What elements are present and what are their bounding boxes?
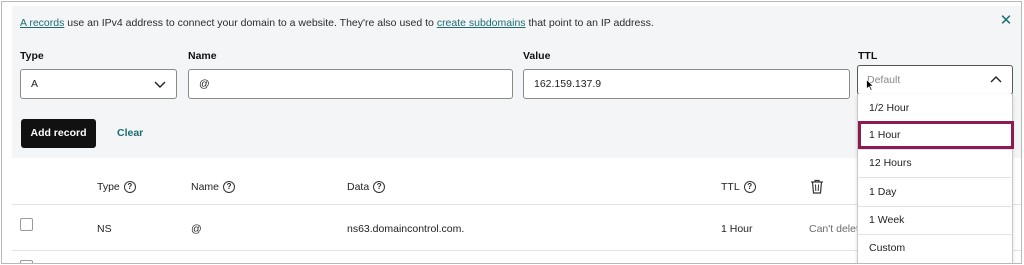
help-icon[interactable]: ?	[373, 181, 386, 193]
row-type: NS	[97, 223, 112, 235]
mouse-cursor-icon	[866, 79, 874, 91]
ttl-option-12-hours[interactable]: 12 Hours	[858, 149, 1014, 177]
row-checkbox[interactable]	[20, 218, 33, 231]
info-banner: A records use an IPv4 address to connect…	[20, 17, 654, 29]
row-ttl: 1 Hour	[721, 223, 753, 235]
ttl-label: TTL	[858, 50, 878, 62]
column-header-data: Data ?	[347, 181, 386, 193]
name-input[interactable]: @	[188, 69, 513, 99]
help-icon[interactable]: ?	[223, 181, 236, 193]
create-subdomains-link[interactable]: create subdomains	[437, 17, 526, 29]
type-select-value: A	[31, 78, 39, 90]
ttl-select[interactable]: Default	[857, 65, 1013, 95]
banner-text-1: use an IPv4 address to connect your doma…	[64, 17, 437, 29]
clear-button[interactable]: Clear	[117, 127, 143, 139]
value-input[interactable]: 162.159.137.9	[523, 69, 850, 99]
ttl-option-half-hour[interactable]: 1/2 Hour	[858, 94, 1014, 122]
banner-text-2: that point to an IP address.	[525, 17, 654, 29]
row-data: ns63.domaincontrol.com.	[347, 223, 465, 235]
row-checkbox[interactable]	[20, 260, 33, 263]
a-records-link[interactable]: A records	[20, 17, 64, 29]
chevron-up-icon	[990, 76, 1002, 83]
column-header-data-label: Data	[347, 181, 370, 193]
column-header-name: Name ?	[191, 181, 236, 193]
column-header-type: Type ?	[97, 181, 136, 193]
value-input-value: 162.159.137.9	[534, 78, 602, 90]
dns-records-frame: A records use an IPv4 address to connect…	[1, 1, 1022, 264]
type-label: Type	[20, 50, 44, 62]
chevron-down-icon	[154, 81, 166, 88]
type-select[interactable]: A	[20, 69, 177, 99]
trash-icon[interactable]	[810, 179, 824, 194]
ttl-option-1-week[interactable]: 1 Week	[858, 206, 1014, 234]
column-header-ttl: TTL ?	[721, 181, 756, 193]
help-icon[interactable]: ?	[743, 181, 756, 193]
add-record-button[interactable]: Add record	[21, 119, 96, 148]
ttl-dropdown-menu: 1/2 Hour 1 Hour 12 Hours 1 Day 1 Week Cu…	[857, 94, 1014, 263]
name-label: Name	[188, 50, 217, 62]
ttl-option-1-hour[interactable]: 1 Hour	[858, 121, 1014, 149]
column-header-type-label: Type	[97, 181, 120, 193]
column-header-name-label: Name	[191, 181, 220, 193]
ttl-option-custom[interactable]: Custom	[858, 234, 1014, 262]
name-input-value: @	[199, 78, 210, 90]
help-icon[interactable]: ?	[123, 181, 136, 193]
row-name: @	[191, 223, 202, 235]
value-label: Value	[523, 50, 551, 62]
column-header-ttl-label: TTL	[721, 181, 740, 193]
close-icon[interactable]: ✕	[999, 13, 1013, 28]
ttl-option-1-day[interactable]: 1 Day	[858, 178, 1014, 206]
